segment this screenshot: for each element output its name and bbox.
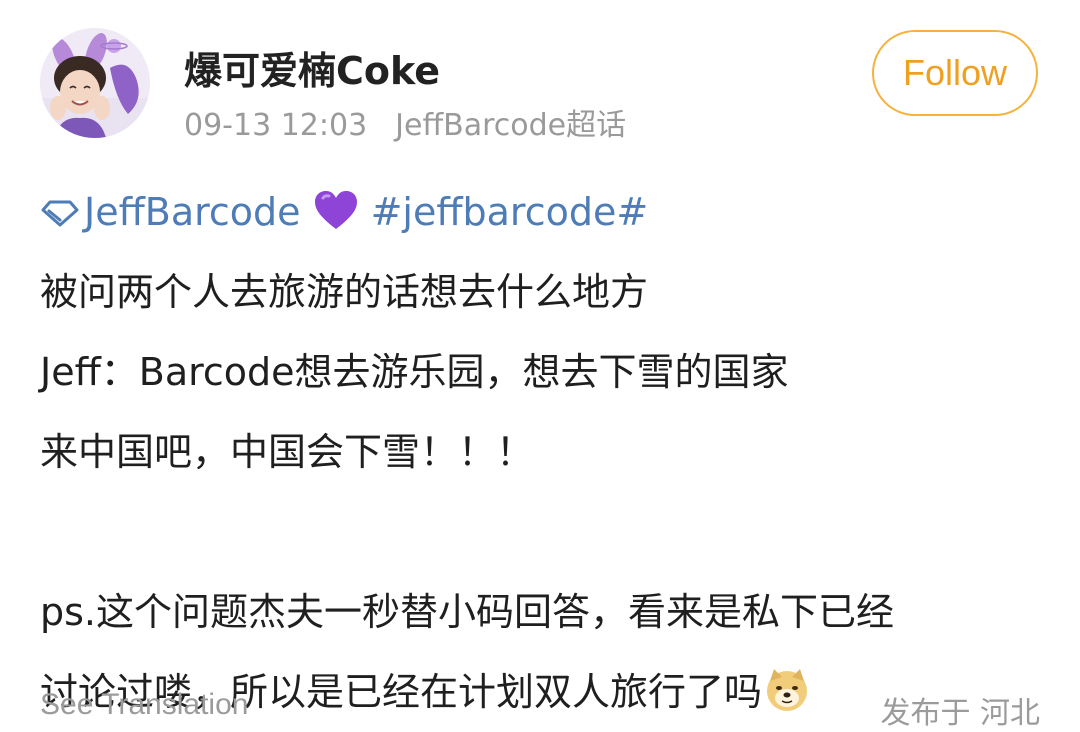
diamond-icon [41, 200, 79, 227]
post-meta: 09-13 12:03 JeffBarcode超话 [184, 100, 626, 144]
super-topic-link[interactable]: JeffBarcode [40, 190, 301, 234]
purple-heart-icon [314, 191, 357, 229]
author-avatar[interactable] [40, 28, 150, 138]
post-time: 09-13 12:03 [184, 108, 368, 143]
post-content: JeffBarcode #jeffbarcode# 被问两个人去旅游的话想去什么地… [40, 172, 1050, 732]
content-line: ps.这个问题杰夫一秒替小码回答，看来是私下已经 [40, 590, 895, 634]
hashtag-link[interactable]: #jeffbarcode# [371, 190, 649, 234]
post-source[interactable]: JeffBarcode超话 [395, 108, 626, 143]
super-topic-label: JeffBarcode [84, 190, 301, 234]
weibo-post: 爆可爱楠Coke 09-13 12:03 JeffBarcode超话 Follow… [0, 0, 1080, 732]
follow-button[interactable]: Follow [872, 30, 1038, 116]
post-location: 发布于 河北 [880, 696, 1040, 731]
content-line: Jeff：Barcode想去游乐园，想去下雪的国家 [40, 350, 789, 394]
doge-emoji-icon [767, 669, 808, 711]
tag-line: JeffBarcode #jeffbarcode# [40, 172, 1050, 252]
content-line: 被问两个人去旅游的话想去什么地方 [40, 270, 649, 314]
avatar-image [40, 28, 150, 138]
see-translation-link[interactable]: See Translation [40, 688, 248, 722]
author-name[interactable]: 爆可爱楠Coke [184, 40, 440, 95]
content-line: 来中国吧，中国会下雪！！！ [40, 430, 535, 474]
